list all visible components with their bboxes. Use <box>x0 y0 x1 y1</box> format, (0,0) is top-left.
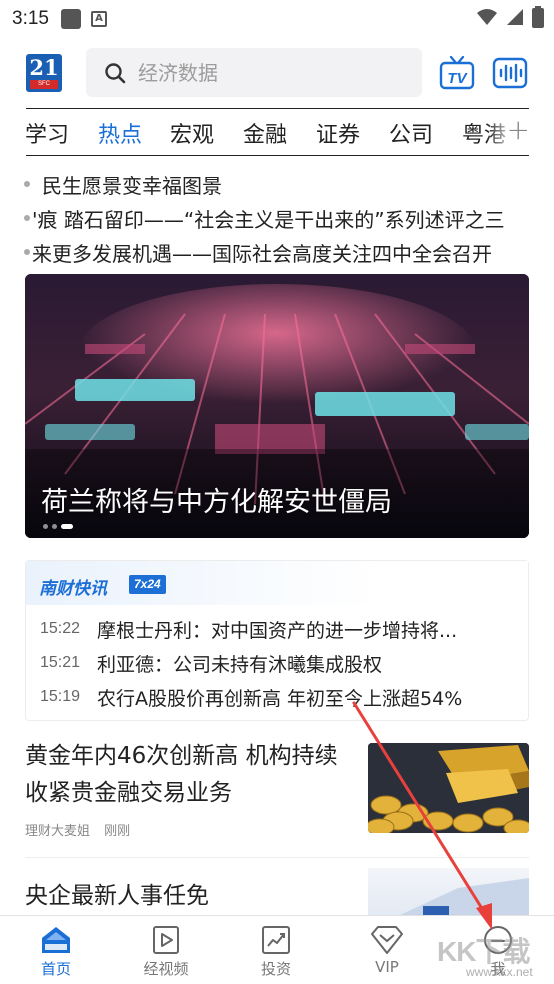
article-title: 黄金年内46次创新高 机构持续收紧贵金融交易业务 <box>25 743 338 806</box>
ticker-text: 来更多发展机遇——国际社会高度关注四中全会召开 <box>32 241 492 266</box>
nav-invest[interactable]: 投资 <box>221 916 331 984</box>
gold-bars-image <box>368 743 529 833</box>
audio-wave-icon <box>492 57 528 89</box>
express-text: 摩根士丹利：对中国资产的进一步增持将... <box>97 619 458 642</box>
pagination-dot <box>52 524 57 529</box>
express-item[interactable]: 15:22 摩根士丹利：对中国资产的进一步增持将... <box>40 613 520 645</box>
wifi-icon <box>477 9 497 25</box>
home-icon <box>40 924 72 956</box>
express-time: 15:22 <box>40 620 81 637</box>
notification-app-icon <box>60 9 81 29</box>
pagination-dot-active <box>61 524 73 529</box>
express-news-card: 南财快讯 7x24 15:22 摩根士丹利：对中国资产的进一步增持将... 15… <box>25 560 529 721</box>
nav-home[interactable]: 首页 <box>1 916 111 984</box>
tv-icon: TV <box>439 55 475 90</box>
ticker-text: 民生愿景变幸福图景 <box>42 173 222 198</box>
status-indicators <box>476 6 544 28</box>
express-text: 农行A股股价再创新高 年初至今上涨超54% <box>97 687 463 710</box>
express-item[interactable]: 15:19 农行A股股价再创新高 年初至今上涨超54% <box>40 681 520 713</box>
tab-securities[interactable]: 证券 <box>316 117 360 149</box>
ticker-item[interactable]: '痕 踏石留印——“社会主义是干出来的”系列述评之三 <box>24 202 534 234</box>
cellular-signal-icon <box>507 9 523 25</box>
search-icon <box>104 62 126 84</box>
article-thumbnail <box>368 868 529 916</box>
nav-label: 经视频 <box>143 960 189 978</box>
bullet-dot-icon <box>24 181 30 187</box>
nav-video[interactable]: 经视频 <box>111 916 221 984</box>
nav-label: 投资 <box>260 960 291 978</box>
tab-study[interactable]: 学习 <box>25 117 69 149</box>
status-time: 3:15 <box>12 8 49 29</box>
tab-finance[interactable]: 金融 <box>243 117 287 149</box>
article-time: 刚刚 <box>104 824 131 839</box>
logo-number: 21 <box>29 55 59 80</box>
express-text: 利亚德：公司未持有沐曦集成股权 <box>97 653 383 676</box>
notification-a-icon: A <box>90 11 107 27</box>
ticker-item[interactable]: 民生愿景变幸福图景 <box>24 168 534 200</box>
article-source: 理财大麦姐 <box>25 824 91 839</box>
nav-vip[interactable]: VIP <box>332 916 442 984</box>
pagination-dot <box>43 524 48 529</box>
search-input[interactable] <box>138 60 398 85</box>
hero-banner[interactable]: 荷兰称将与中方化解安世僵局 <box>25 274 529 538</box>
chart-trend-icon <box>261 924 291 956</box>
express-badge: 7x24 <box>129 575 166 594</box>
tab-hot[interactable]: 热点 <box>98 117 142 149</box>
tab-company[interactable]: 公司 <box>389 117 433 149</box>
tv-button[interactable]: TV <box>439 55 475 94</box>
article-image <box>398 878 529 916</box>
app-header: 21 SFC TV <box>0 40 554 106</box>
article-thumbnail <box>368 743 529 833</box>
status-bar: 3:15 A <box>0 0 554 38</box>
svg-text:TV: TV <box>447 70 468 87</box>
watermark-text: KK下载 <box>437 936 530 967</box>
bullet-dot-icon <box>24 249 30 255</box>
audio-button[interactable] <box>492 56 530 94</box>
express-time: 15:21 <box>40 654 81 671</box>
logo-subtitle: SFC <box>30 80 58 89</box>
express-time: 15:19 <box>40 688 81 705</box>
banner-caption: 荷兰称将与中方化解安世僵局 <box>41 487 392 518</box>
list-divider <box>25 857 529 858</box>
watermark-url: www.kkx.net <box>466 965 533 979</box>
tab-macro[interactable]: 宏观 <box>170 117 214 149</box>
category-tabs: 学习 热点 宏观 金融 证券 公司 粤港 + <box>0 109 554 155</box>
app-logo[interactable]: 21 SFC <box>26 54 62 92</box>
bullet-dot-icon <box>24 215 30 221</box>
nav-label: VIP <box>375 958 399 976</box>
article-card[interactable]: 黄金年内46次创新高 机构持续收紧贵金融交易业务 理财大麦姐 刚刚 <box>25 738 529 839</box>
add-tab-icon[interactable]: + <box>507 115 530 145</box>
express-header[interactable]: 南财快讯 7x24 <box>26 561 528 605</box>
search-bar[interactable] <box>86 48 422 97</box>
battery-icon <box>532 6 544 28</box>
nav-label: 首页 <box>40 960 71 978</box>
ticker-text: '痕 踏石留印——“社会主义是干出来的”系列述评之三 <box>32 207 505 232</box>
express-item[interactable]: 15:21 利亚德：公司未持有沐曦集成股权 <box>40 647 520 679</box>
article-title[interactable]: 央企最新人事任免 <box>25 876 209 910</box>
tabs-bottom-divider <box>26 155 529 156</box>
ticker-item[interactable]: 来更多发展机遇——国际社会高度关注四中全会召开 <box>24 236 534 268</box>
video-play-icon <box>151 924 181 956</box>
article-meta: 理财大麦姐 刚刚 <box>25 820 140 839</box>
express-title: 南财快讯 <box>39 579 107 599</box>
vip-diamond-icon <box>369 924 405 956</box>
banner-pagination <box>43 524 73 529</box>
